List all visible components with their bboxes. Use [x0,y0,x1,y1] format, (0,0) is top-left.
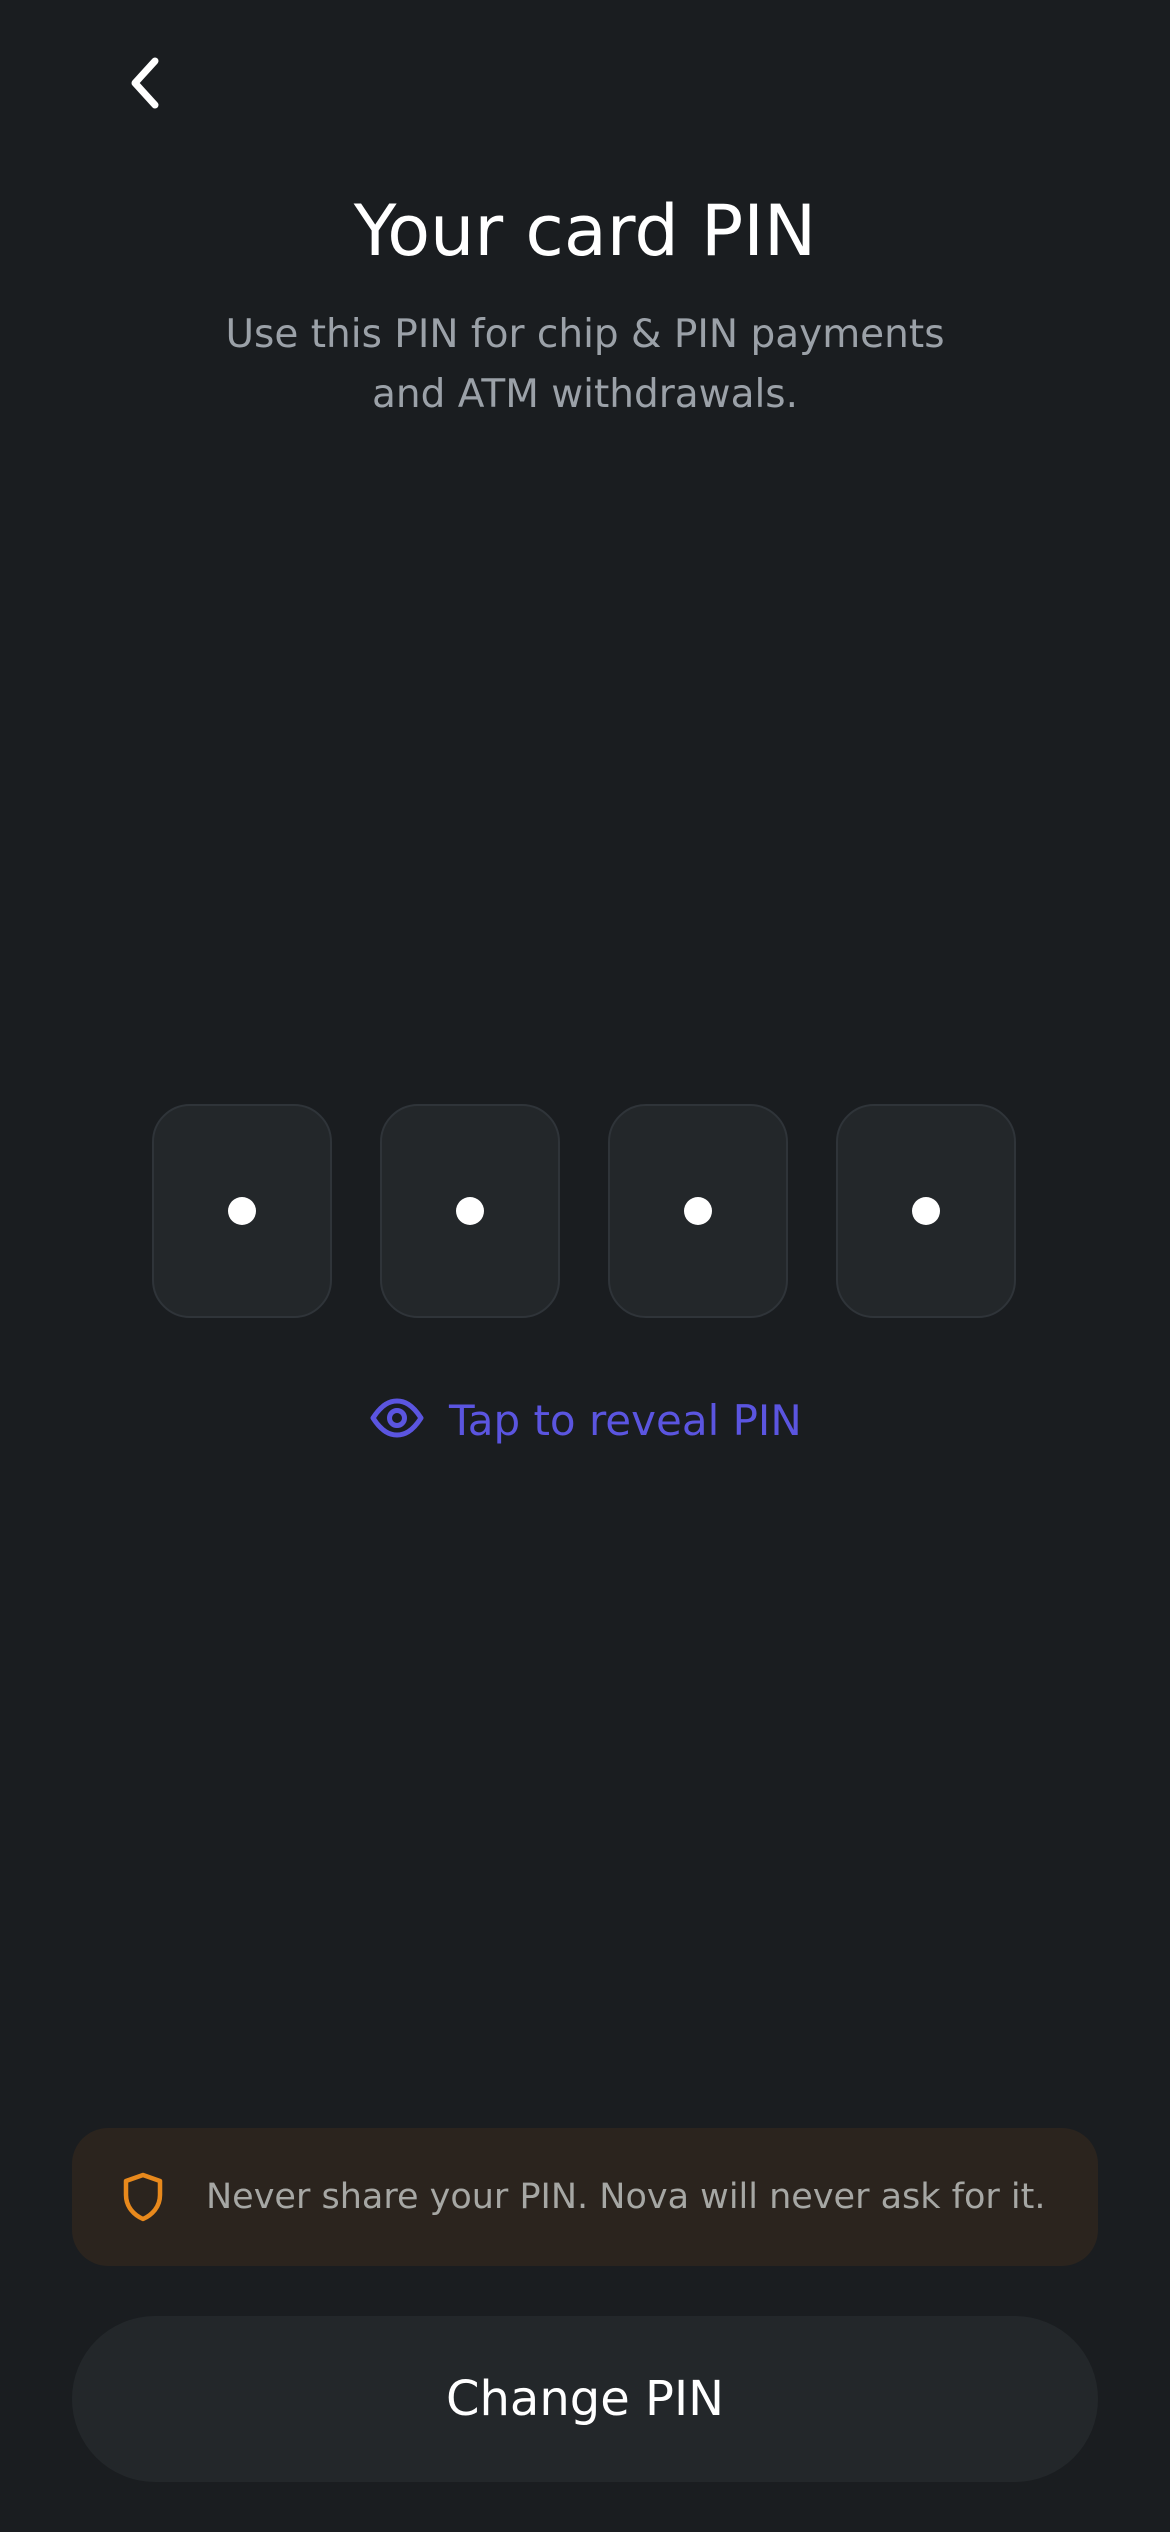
shield-icon [120,2171,166,2223]
pin-digit-box [836,1104,1016,1318]
back-button[interactable] [110,45,180,125]
pin-digit-box [380,1104,560,1318]
pin-mask-dot [684,1197,712,1225]
reveal-pin-button[interactable]: Tap to reveal PIN [370,1385,802,1455]
page-subtitle: Use this PIN for chip & PIN payments and… [225,312,945,417]
change-pin-button[interactable]: Change PIN [72,2316,1098,2482]
security-warning-banner: Never share your PIN. Nova will never as… [72,2128,1098,2266]
pin-digit-box [152,1104,332,1318]
warning-text: Never share your PIN. Nova will never as… [206,2177,1046,2217]
pin-mask-dot [228,1197,256,1225]
pin-mask-dot [456,1197,484,1225]
eye-icon [370,1398,424,1442]
reveal-pin-label: Tap to reveal PIN [449,1395,802,1445]
pin-digit-box [608,1104,788,1318]
chevron-left-icon [125,53,165,117]
page-title: Your card PIN [353,190,817,272]
pin-mask-dot [912,1197,940,1225]
pin-display [152,1104,1018,1318]
